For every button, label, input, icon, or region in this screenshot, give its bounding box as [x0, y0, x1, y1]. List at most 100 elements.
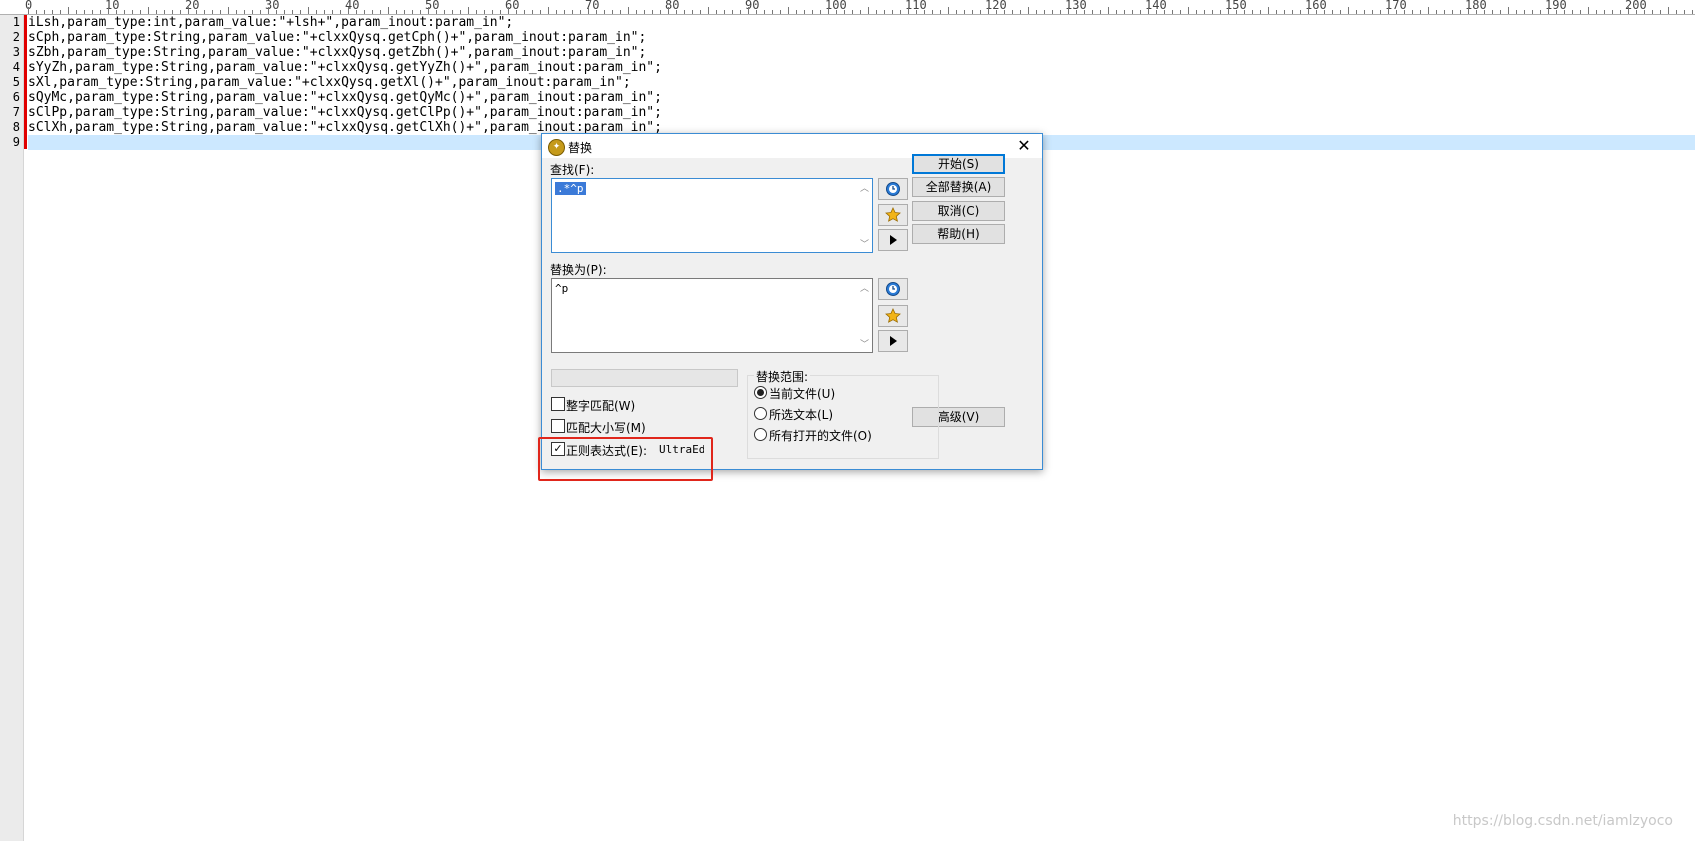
ruler-tick [996, 10, 997, 14]
close-icon[interactable]: ✕ [1014, 136, 1034, 156]
ruler-tick [788, 7, 789, 14]
annotation-highlight-box [538, 437, 713, 481]
code-line[interactable]: sZbh,param_type:String,param_value:"+clx… [28, 45, 646, 60]
ruler-tick [268, 7, 269, 14]
scope-radio-current-file[interactable] [754, 386, 767, 399]
ruler-tick [1028, 7, 1029, 14]
ruler-tick [1508, 7, 1509, 14]
scroll-up-icon[interactable]: ︿ [860, 281, 869, 294]
ruler-tick [988, 7, 989, 14]
cancel-button[interactable]: 取消(C) [912, 201, 1005, 221]
code-line[interactable]: sYyZh,param_type:String,param_value:"+cl… [28, 60, 662, 75]
ruler-tick [1476, 10, 1477, 14]
ruler-tick [1220, 10, 1221, 14]
ruler-tick [76, 10, 77, 14]
find-expand-button[interactable] [878, 229, 908, 251]
ruler-tick [1052, 10, 1053, 14]
dialog-title: 替换 [568, 141, 593, 155]
ruler-tick [1236, 10, 1237, 14]
ruler-tick [628, 7, 629, 14]
ruler-tick [908, 7, 909, 14]
ruler-tick [1100, 10, 1101, 14]
scope-label-all-open-files: 所有打开的文件(O) [769, 429, 872, 443]
ruler-tick [1156, 10, 1157, 14]
ruler-tick [1516, 10, 1517, 14]
ruler-tick [1124, 10, 1125, 14]
code-line[interactable]: sXl,param_type:String,param_value:"+clxx… [28, 75, 631, 90]
ruler-tick [1284, 10, 1285, 14]
line-number: 1 [12, 15, 20, 29]
code-line[interactable]: sQyMc,param_type:String,param_value:"+cl… [28, 90, 662, 105]
ruler-tick [1612, 10, 1613, 14]
ruler-tick [1076, 10, 1077, 14]
history-clock-icon [885, 281, 901, 297]
scope-title: 替换范围: [754, 368, 811, 385]
ruler-tick [1556, 10, 1557, 14]
ruler-tick [356, 10, 357, 14]
scroll-up-icon[interactable]: ︿ [860, 181, 869, 194]
ruler-tick [1276, 10, 1277, 14]
scope-radio-selected-text[interactable] [754, 407, 767, 420]
ruler-tick [1396, 10, 1397, 14]
ruler-tick [852, 10, 853, 14]
ruler-tick [444, 10, 445, 14]
scope-radio-all-open-files[interactable] [754, 428, 767, 441]
ruler-tick [52, 10, 53, 14]
find-scrollbar[interactable]: ︿ ﹀ [857, 179, 872, 252]
ruler-tick [1452, 10, 1453, 14]
ruler-tick [676, 10, 677, 14]
line-number: 7 [12, 105, 20, 119]
ruler-tick [1204, 10, 1205, 14]
ruler-tick [668, 7, 669, 14]
ruler-tick [1060, 10, 1061, 14]
line-number: 5 [12, 75, 20, 89]
start-button[interactable]: 开始(S) [912, 154, 1005, 174]
line-number: 2 [12, 30, 20, 44]
ruler-tick [1044, 10, 1045, 14]
ruler-tick [588, 7, 589, 14]
scope-label-current-file: 当前文件(U) [769, 387, 836, 401]
find-history-button[interactable] [878, 178, 908, 200]
ruler-tick [364, 10, 365, 14]
ruler-tick [692, 10, 693, 14]
ruler-tick [972, 10, 973, 14]
ruler-tick [380, 10, 381, 14]
ruler-tick [604, 10, 605, 14]
ruler-tick [204, 10, 205, 14]
ruler-tick [180, 10, 181, 14]
ruler-tick [476, 10, 477, 14]
replace-scope-group: 替换范围: 当前文件(U) 所选文本(L) 所有打开的文件(O) [747, 368, 939, 459]
code-line[interactable]: sClPp,param_type:String,param_value:"+cl… [28, 105, 662, 120]
ruler-tick [1108, 7, 1109, 14]
ruler-tick [60, 10, 61, 14]
ruler-tick [524, 10, 525, 14]
ruler-tick [1636, 10, 1637, 14]
replace-scrollbar[interactable]: ︿ ﹀ [857, 279, 872, 352]
ruler-tick [508, 7, 509, 14]
ruler-tick [68, 7, 69, 14]
code-line[interactable]: iLsh,param_type:int,param_value:"+lsh+",… [28, 15, 513, 30]
ruler-tick [1140, 10, 1141, 14]
code-line[interactable]: sCph,param_type:String,param_value:"+clx… [28, 30, 646, 45]
ruler-tick [300, 10, 301, 14]
replace-favorite-button[interactable] [878, 305, 908, 327]
replace-expand-button[interactable] [878, 330, 908, 352]
replace-history-button[interactable] [878, 278, 908, 300]
ruler-tick [1572, 10, 1573, 14]
ruler-tick [940, 10, 941, 14]
scroll-down-icon[interactable]: ﹀ [860, 237, 869, 250]
ruler-tick [284, 10, 285, 14]
ruler-tick [396, 10, 397, 14]
replace-all-button[interactable]: 全部替换(A) [912, 177, 1005, 197]
find-label: 查找(F): [550, 163, 595, 177]
help-button[interactable]: 帮助(H) [912, 224, 1005, 244]
replace-input[interactable]: ^p ︿ ﹀ [551, 278, 873, 353]
replace-dialog: ✦ 替换 ✕ 查找(F): .*^p ︿ ﹀ 替换为(P): ^p ︿ ﹀ 开始… [541, 133, 1043, 470]
find-favorite-button[interactable] [878, 204, 908, 226]
scroll-down-icon[interactable]: ﹀ [860, 337, 869, 350]
whole-word-checkbox[interactable] [551, 397, 565, 411]
ruler-tick [916, 10, 917, 14]
match-case-checkbox[interactable] [551, 419, 565, 433]
find-input[interactable]: .*^p ︿ ﹀ [551, 178, 873, 253]
ruler-tick [1404, 10, 1405, 14]
